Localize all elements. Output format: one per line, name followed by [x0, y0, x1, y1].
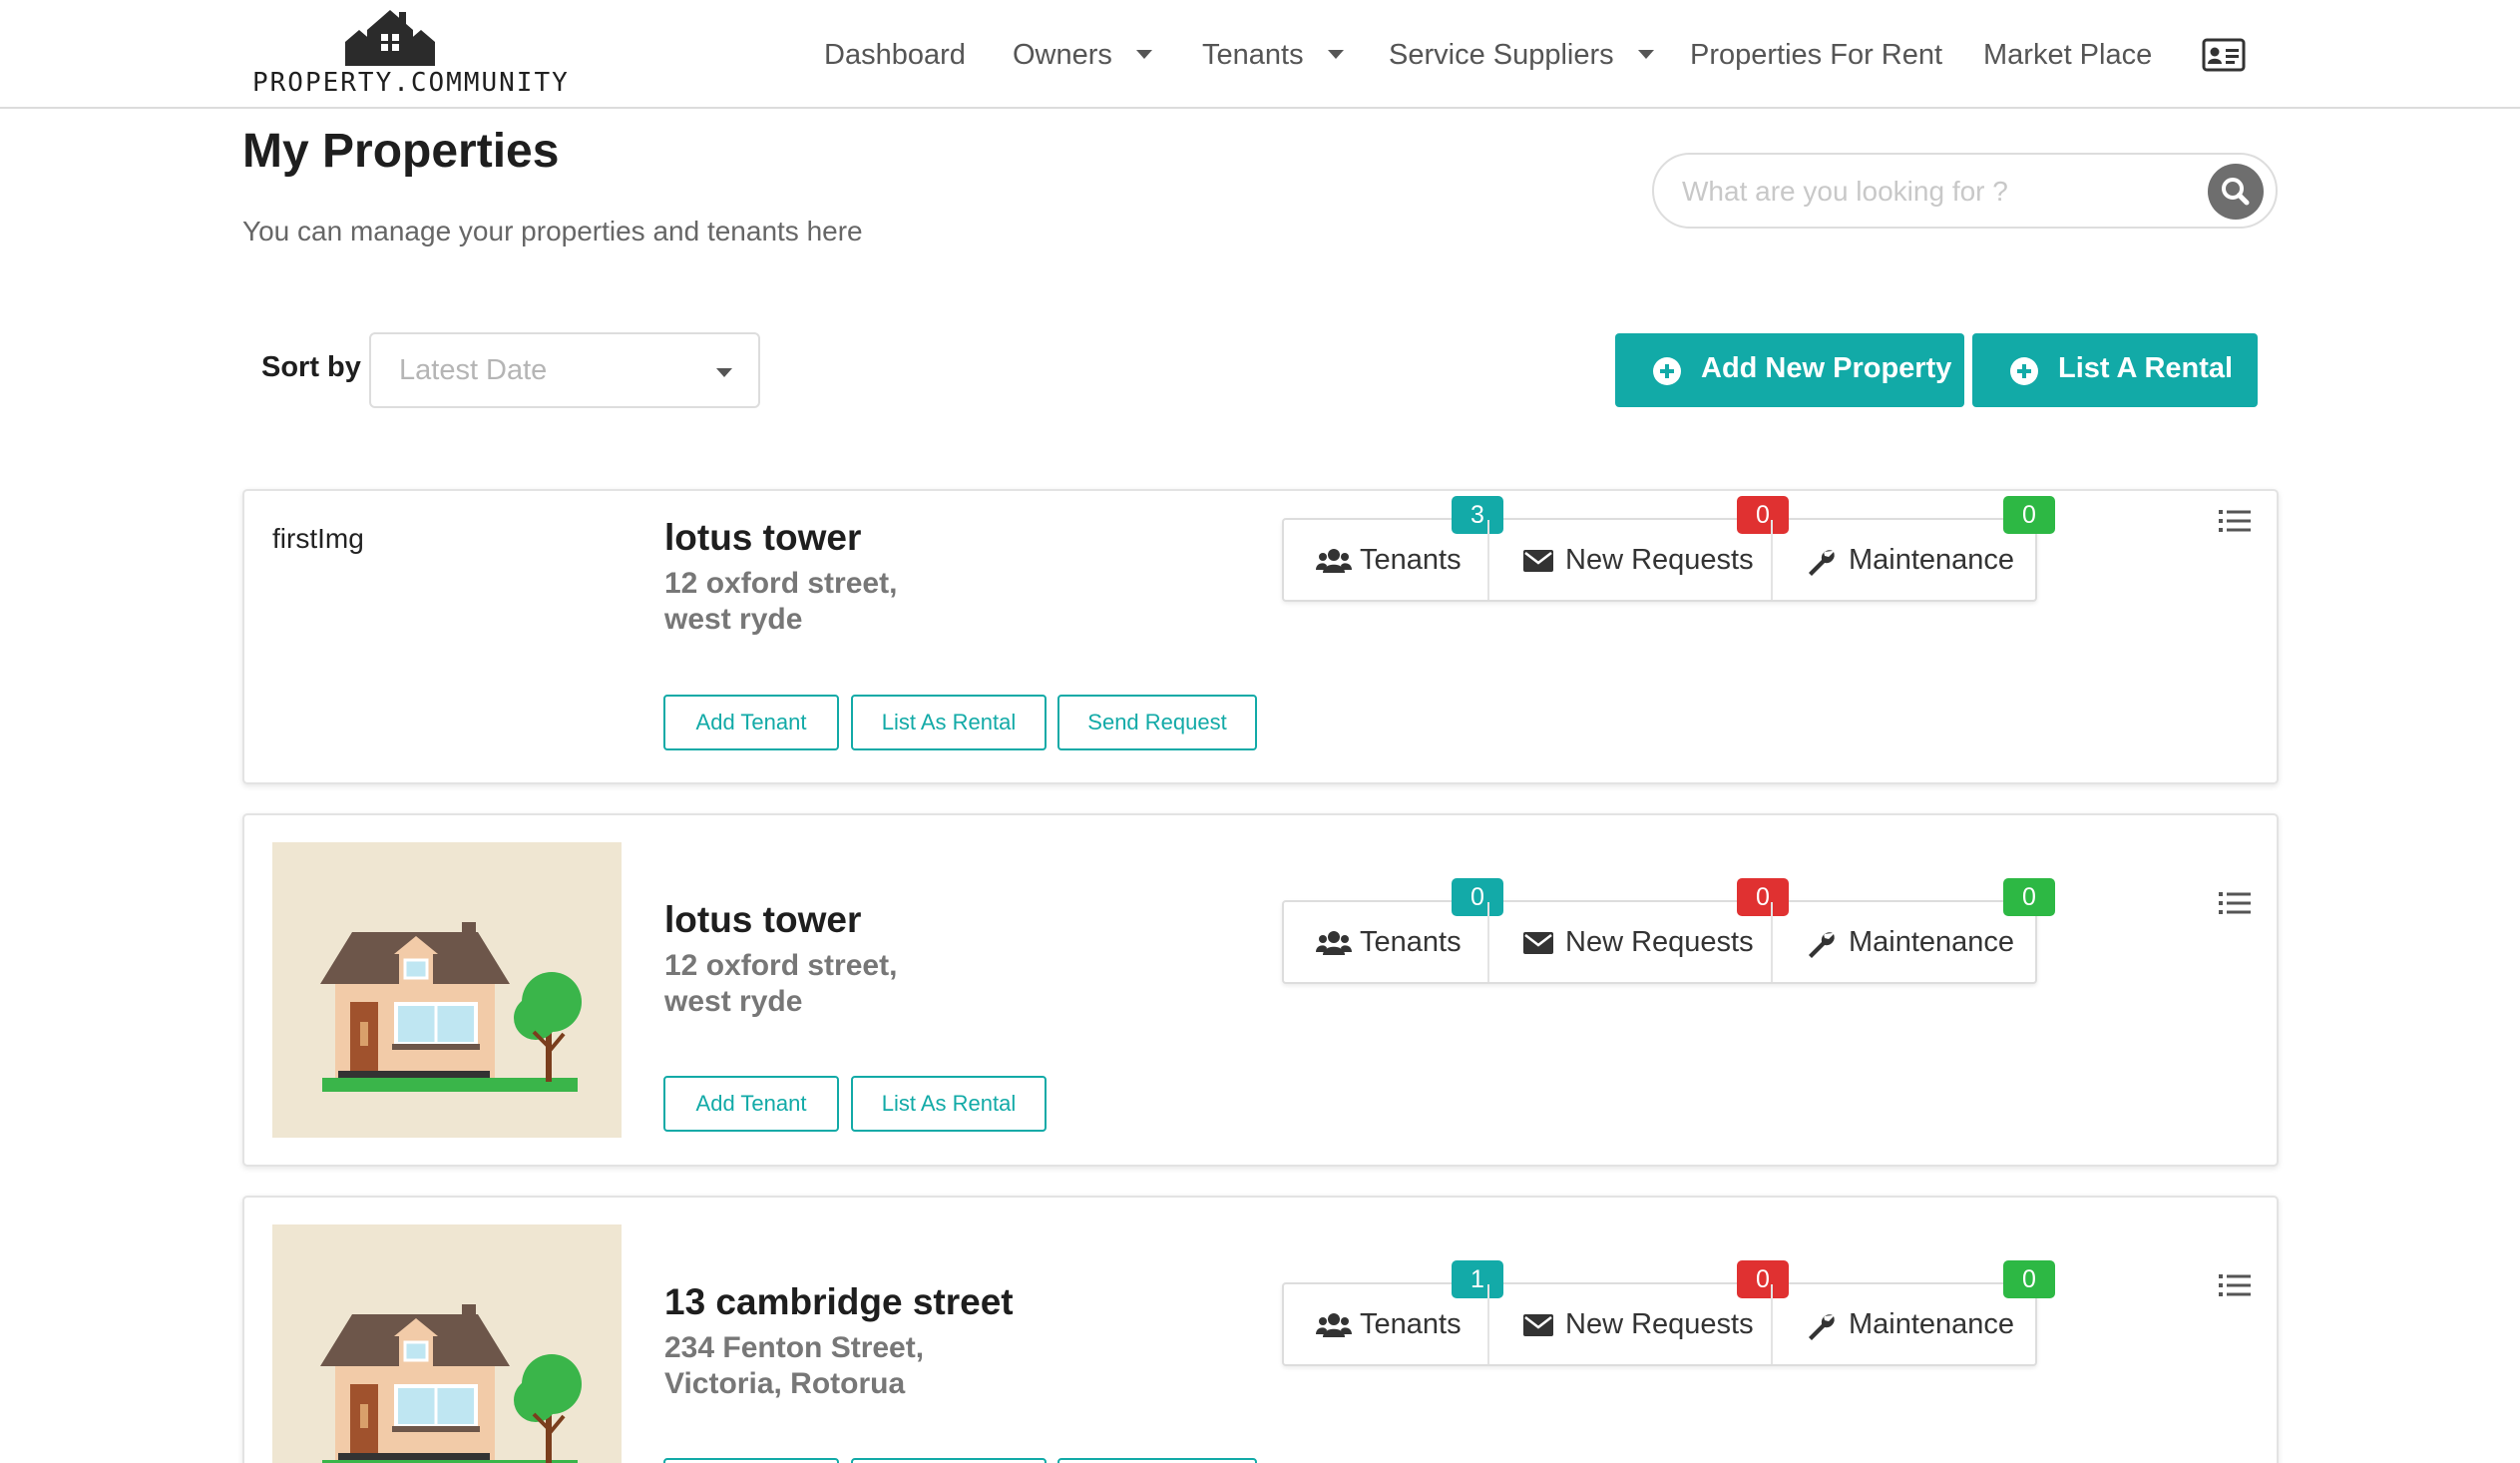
users-icon: [1316, 1313, 1352, 1337]
page-subtitle: You can manage your properties and tenan…: [242, 216, 863, 246]
new-requests-stat[interactable]: New Requests 0: [1487, 878, 1789, 982]
caret-down-icon: [1637, 49, 1654, 59]
nav-service-suppliers-label: Service Suppliers: [1389, 39, 1614, 71]
plus-circle-icon: [1653, 357, 1681, 385]
list-a-rental-button[interactable]: List A Rental: [1972, 333, 2258, 407]
property-thumbnail[interactable]: [272, 842, 622, 1138]
list-menu-icon[interactable]: [2219, 509, 2251, 533]
property-card: lotus tower 12 oxford street, west ryde …: [242, 813, 2279, 1167]
card-action-button[interactable]: [1057, 1458, 1257, 1463]
envelope-icon: [1523, 1314, 1553, 1336]
id-card-icon[interactable]: [2202, 38, 2246, 72]
wrench-icon: [1809, 932, 1835, 958]
property-card: 13 cambridge street 234 Fenton Street, V…: [242, 1196, 2279, 1463]
users-icon: [1316, 931, 1352, 955]
card-action-button[interactable]: [663, 1458, 839, 1463]
property-stats: Tenants 1 New Requests 0 Maintenance 0: [1282, 1260, 2055, 1366]
maintenance-stat[interactable]: Maintenance 0: [1771, 1260, 2055, 1364]
house-illustration: [320, 922, 582, 1092]
nav-owners[interactable]: Owners: [1013, 30, 1152, 80]
maintenance-stat-label: Maintenance: [1849, 1308, 2015, 1340]
add-tenant-button[interactable]: Add Tenant: [663, 1076, 839, 1132]
maintenance-count-badge: 0: [2003, 496, 2055, 534]
list-as-rental-button[interactable]: List As Rental: [851, 1076, 1047, 1132]
logo-text: PROPERTY.COMMUNITY: [252, 68, 570, 98]
tenants-stat-label: Tenants: [1360, 926, 1462, 958]
property-address-line2: west ryde: [664, 985, 803, 1018]
property-address-line1: 12 oxford street,: [664, 567, 898, 600]
wrench-icon: [1809, 550, 1835, 576]
add-new-property-button[interactable]: Add New Property: [1615, 333, 1964, 407]
sort-dropdown[interactable]: Latest Date: [369, 332, 760, 408]
maintenance-count-badge: 0: [2003, 1260, 2055, 1298]
maintenance-count-badge: 0: [2003, 878, 2055, 916]
property-name[interactable]: lotus tower: [664, 517, 861, 559]
chevron-down-icon: [716, 368, 732, 377]
wrench-icon: [1809, 1314, 1835, 1340]
property-stats: Tenants 0 New Requests 0 Maintenance 0: [1282, 878, 2055, 984]
sort-label: Sort by :: [261, 351, 379, 383]
property-stats: Tenants 3 New Requests 0 Maintenance 0: [1282, 496, 2055, 602]
house-illustration: [320, 1304, 582, 1463]
nav-market-place-label: Market Place: [1983, 39, 2153, 71]
plus-circle-icon: [2010, 357, 2038, 385]
property-address-line2: west ryde: [664, 603, 803, 636]
tenants-stat[interactable]: Tenants 1: [1284, 1260, 1503, 1364]
house-logo-icon: [345, 10, 435, 66]
new-requests-stat[interactable]: New Requests 0: [1487, 496, 1789, 600]
maintenance-stat-label: Maintenance: [1849, 926, 2015, 958]
users-icon: [1316, 549, 1352, 573]
nav-owners-label: Owners: [1013, 39, 1112, 71]
envelope-icon: [1523, 550, 1553, 572]
nav-market-place[interactable]: Market Place: [1983, 30, 2152, 80]
top-navbar: PROPERTY.COMMUNITY Dashboard Owners Tena…: [0, 0, 2520, 109]
nav-dashboard-label: Dashboard: [824, 39, 966, 71]
nav-properties-for-rent-label: Properties For Rent: [1690, 39, 1943, 71]
list-as-rental-button[interactable]: List As Rental: [851, 695, 1047, 750]
nav-properties-for-rent[interactable]: Properties For Rent: [1690, 30, 1942, 80]
search-icon: [2222, 178, 2250, 206]
nav-service-suppliers[interactable]: Service Suppliers: [1389, 30, 1654, 80]
new-requests-stat-label: New Requests: [1565, 544, 1754, 576]
add-new-property-label: Add New Property: [1701, 352, 1952, 384]
property-address-line2: Victoria, Rotorua: [664, 1367, 906, 1400]
new-requests-stat-label: New Requests: [1565, 1308, 1754, 1340]
search-button[interactable]: [2208, 164, 2264, 220]
maintenance-stat[interactable]: Maintenance 0: [1771, 878, 2055, 982]
tenants-stat[interactable]: Tenants 0: [1284, 878, 1503, 982]
property-address-line1: 234 Fenton Street,: [664, 1331, 925, 1364]
sort-selected-value: Latest Date: [399, 354, 548, 386]
page-title: My Properties: [242, 125, 560, 178]
list-a-rental-label: List A Rental: [2058, 352, 2234, 384]
search-input[interactable]: [1682, 167, 2201, 217]
property-image-alt: firstImg: [272, 523, 364, 554]
property-card: firstImg lotus tower 12 oxford street, w…: [242, 489, 2279, 784]
property-name[interactable]: 13 cambridge street: [664, 1281, 1014, 1323]
maintenance-stat-label: Maintenance: [1849, 544, 2015, 576]
add-tenant-button[interactable]: Add Tenant: [663, 695, 839, 750]
caret-down-icon: [1327, 49, 1344, 59]
list-menu-icon[interactable]: [2219, 1273, 2251, 1297]
list-menu-icon[interactable]: [2219, 891, 2251, 915]
property-address-line1: 12 oxford street,: [664, 949, 898, 982]
maintenance-stat[interactable]: Maintenance 0: [1771, 496, 2055, 600]
caret-down-icon: [1135, 49, 1152, 59]
tenants-stat-label: Tenants: [1360, 1308, 1462, 1340]
send-request-button[interactable]: Send Request: [1057, 695, 1257, 750]
search-bar: [1652, 153, 2278, 229]
new-requests-stat[interactable]: New Requests 0: [1487, 1260, 1789, 1364]
nav-tenants-label: Tenants: [1202, 39, 1304, 71]
card-action-button[interactable]: [851, 1458, 1047, 1463]
nav-dashboard[interactable]: Dashboard: [824, 30, 966, 80]
property-name[interactable]: lotus tower: [664, 899, 861, 941]
tenants-stat-label: Tenants: [1360, 544, 1462, 576]
site-logo[interactable]: PROPERTY.COMMUNITY: [252, 8, 570, 100]
new-requests-stat-label: New Requests: [1565, 926, 1754, 958]
nav-tenants[interactable]: Tenants: [1202, 30, 1344, 80]
tenants-stat[interactable]: Tenants 3: [1284, 496, 1503, 600]
envelope-icon: [1523, 932, 1553, 954]
property-thumbnail[interactable]: [272, 1224, 622, 1463]
